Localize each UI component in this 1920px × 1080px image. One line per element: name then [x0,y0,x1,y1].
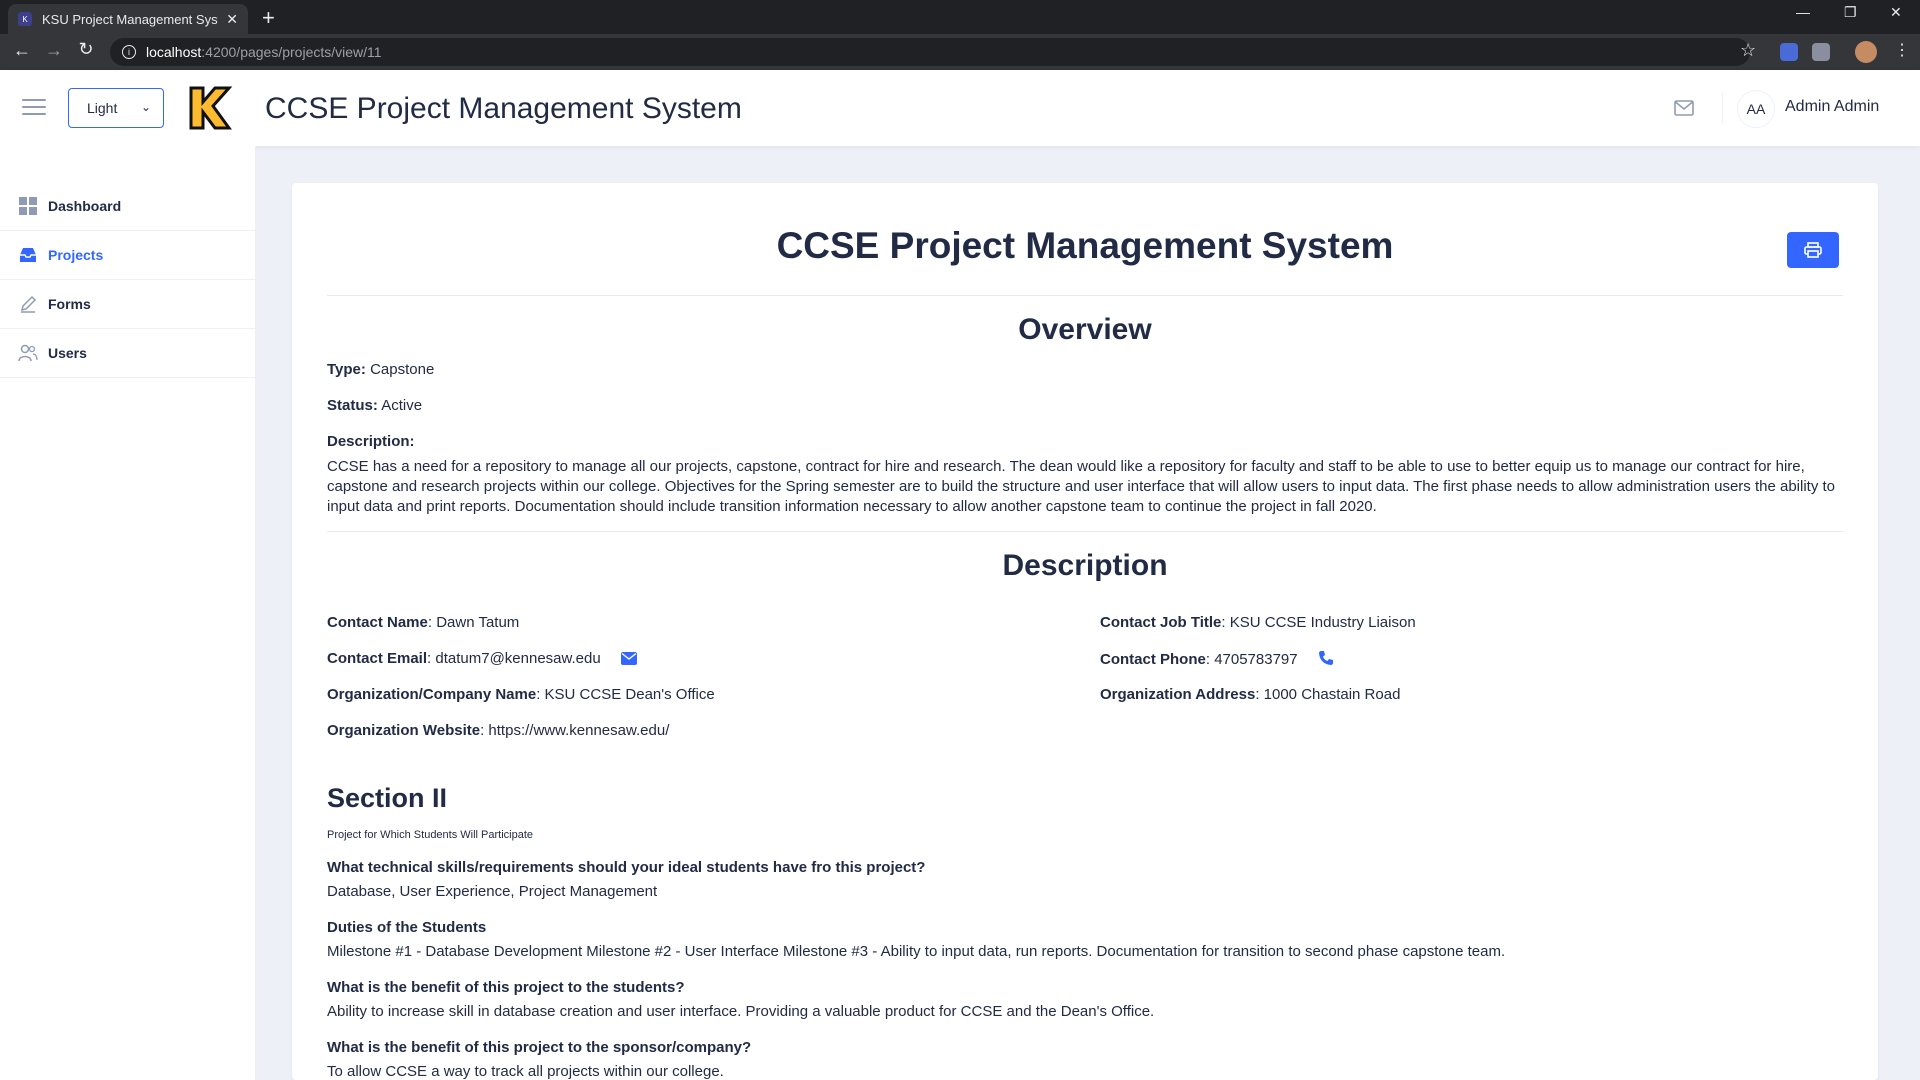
organization-value: KSU CCSE Dean's Office [544,686,715,703]
type-field: Type: Capstone [327,361,435,378]
browser-tabstrip: K KSU Project Management System ✕ + — ❐ … [0,0,1920,34]
website-value[interactable]: https://www.kennesaw.edu/ [488,722,669,739]
address-field: Organization Address: 1000 Chastain Road [1100,686,1401,703]
divider [327,531,1843,532]
extension-icon[interactable] [1812,43,1830,61]
description-text: CCSE has a need for a repository to mana… [327,458,1836,515]
status-field: Status: Active [327,397,423,414]
contact-name-field: Contact Name: Dawn Tatum [327,614,520,631]
app-header: Light ⌄ CCSE Project Management System A… [0,70,1920,146]
back-icon[interactable]: ← [6,40,38,61]
app-title: CCSE Project Management System [265,92,742,125]
project-title: CCSE Project Management System [776,225,1394,266]
sidebar-item-label: Dashboard [48,198,122,214]
sidebar-item-label: Projects [48,247,104,263]
contact-job-value: KSU CCSE Industry Liaison [1229,614,1416,631]
question: What technical skills/requirements shoul… [327,859,926,876]
ksu-favicon-icon: K [18,12,32,26]
sidebar: Dashboard Projects Forms Users [0,146,256,1080]
theme-select-value: Light [87,100,118,116]
restore-icon[interactable]: ❐ [1844,4,1857,21]
type-value: Capstone [370,361,435,378]
status-value: Active [381,397,423,414]
bookmark-star-icon[interactable]: ☆ [1740,40,1756,61]
forward-icon[interactable]: → [38,40,70,61]
contact-email-field: Contact Email: dtatum7@kennesaw.edu [327,650,637,667]
question: What is the benefit of this project to t… [327,979,685,996]
project-card: CCSE Project Management System Overview … [292,183,1878,1080]
header-divider [1722,92,1723,124]
info-icon[interactable]: i [122,45,136,59]
question: Duties of the Students [327,919,487,936]
divider [327,295,1843,296]
question: What is the benefit of this project to t… [327,1039,752,1056]
sidebar-item-forms[interactable]: Forms [0,280,255,329]
answer: Database, User Experience, Project Manag… [327,883,658,900]
theme-select[interactable]: Light ⌄ [68,88,164,128]
website-field: Organization Website: https://www.kennes… [327,722,670,739]
address-value: 1000 Chastain Road [1263,686,1401,703]
section-ii-heading: Section II [327,783,448,813]
section-ii-subheading: Project for Which Students Will Particip… [327,829,534,841]
close-tab-icon[interactable]: ✕ [226,11,238,28]
reload-icon[interactable]: ↻ [70,39,102,60]
organization-field: Organization/Company Name: KSU CCSE Dean… [327,686,715,703]
edit-icon [18,294,38,314]
browser-tab[interactable]: K KSU Project Management System ✕ [8,4,248,34]
sidebar-item-users[interactable]: Users [0,329,255,378]
address-bar[interactable]: i localhost:4200/pages/projects/view/11 [110,38,1750,66]
url-path: :4200/pages/projects/view/11 [201,44,382,60]
tab-title: KSU Project Management System [42,11,218,27]
url-host: localhost [146,44,202,60]
new-tab-icon[interactable]: + [262,5,275,31]
answer: Milestone #1 - Database Development Mile… [327,943,1506,960]
sidebar-item-dashboard[interactable]: Dashboard [0,182,255,231]
description-label: Description: [327,433,415,450]
sidebar-item-label: Users [48,345,87,361]
minimize-icon[interactable]: — [1796,4,1810,20]
phone-icon[interactable] [1318,650,1334,666]
user-name[interactable]: Admin Admin [1785,98,1879,116]
browser-menu-icon[interactable]: ⋮ [1894,40,1910,60]
description-heading: Description [1002,549,1168,582]
printer-icon [1804,242,1822,258]
print-button[interactable] [1787,232,1839,268]
ksu-logo [189,86,233,130]
contact-phone-field: Contact Phone: 4705783797 [1100,650,1334,668]
answer: Ability to increase skill in database cr… [327,1003,1155,1020]
browser-toolbar: ← → ↻ i localhost:4200/pages/projects/vi… [0,34,1920,70]
close-window-icon[interactable]: ✕ [1890,4,1902,21]
contact-phone-value: 4705783797 [1214,651,1298,668]
people-icon [18,343,38,363]
profile-avatar[interactable] [1855,41,1877,63]
email-icon[interactable] [620,652,637,665]
answer: To allow CCSE a way to track all project… [327,1063,724,1080]
menu-toggle-icon[interactable] [22,99,46,117]
sidebar-item-projects[interactable]: Projects [0,231,255,280]
sidebar-item-label: Forms [48,296,91,312]
mail-icon[interactable] [1674,100,1694,116]
contact-name-value: Dawn Tatum [436,614,520,631]
extension-icon[interactable] [1780,43,1798,61]
inbox-icon [18,245,38,265]
chevron-down-icon: ⌄ [140,100,151,114]
contact-email-value: dtatum7@kennesaw.edu [435,650,601,667]
user-avatar[interactable]: AA [1737,90,1775,128]
overview-heading: Overview [1018,313,1152,346]
grid-icon [18,196,38,216]
contact-job-field: Contact Job Title: KSU CCSE Industry Lia… [1100,614,1416,631]
